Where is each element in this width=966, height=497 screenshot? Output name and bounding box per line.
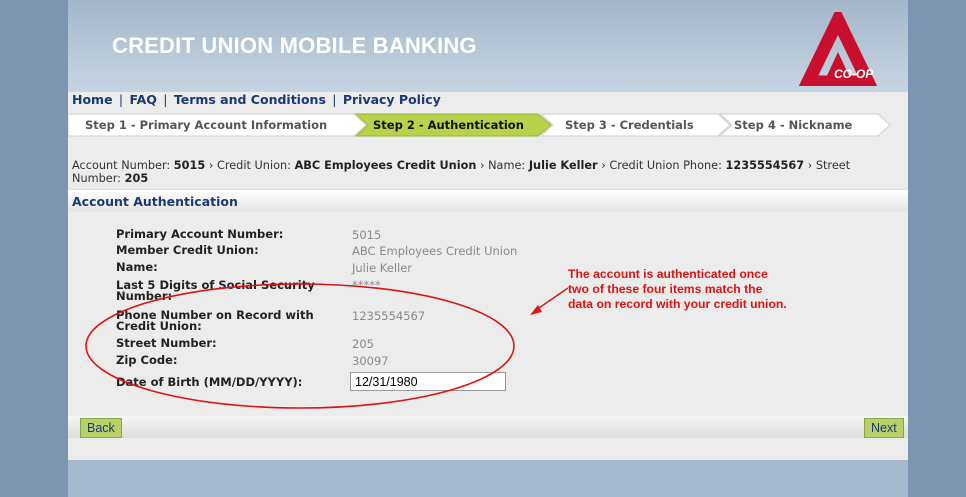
logo-text: CO-OP xyxy=(834,67,874,81)
annotation-overlay xyxy=(85,283,569,409)
co-op-logo: CO-OP xyxy=(798,12,878,86)
button-bar: Back Next xyxy=(68,416,908,438)
header: CREDIT UNION MOBILE BANKING CO-OP xyxy=(68,0,908,92)
app-frame: CREDIT UNION MOBILE BANKING CO-OP Home |… xyxy=(68,0,908,497)
back-button[interactable]: Back xyxy=(80,418,122,438)
app-title: CREDIT UNION MOBILE BANKING xyxy=(112,33,477,58)
next-button[interactable]: Next xyxy=(864,418,904,438)
main-content: Home | FAQ | Terms and Conditions | Priv… xyxy=(68,92,908,460)
